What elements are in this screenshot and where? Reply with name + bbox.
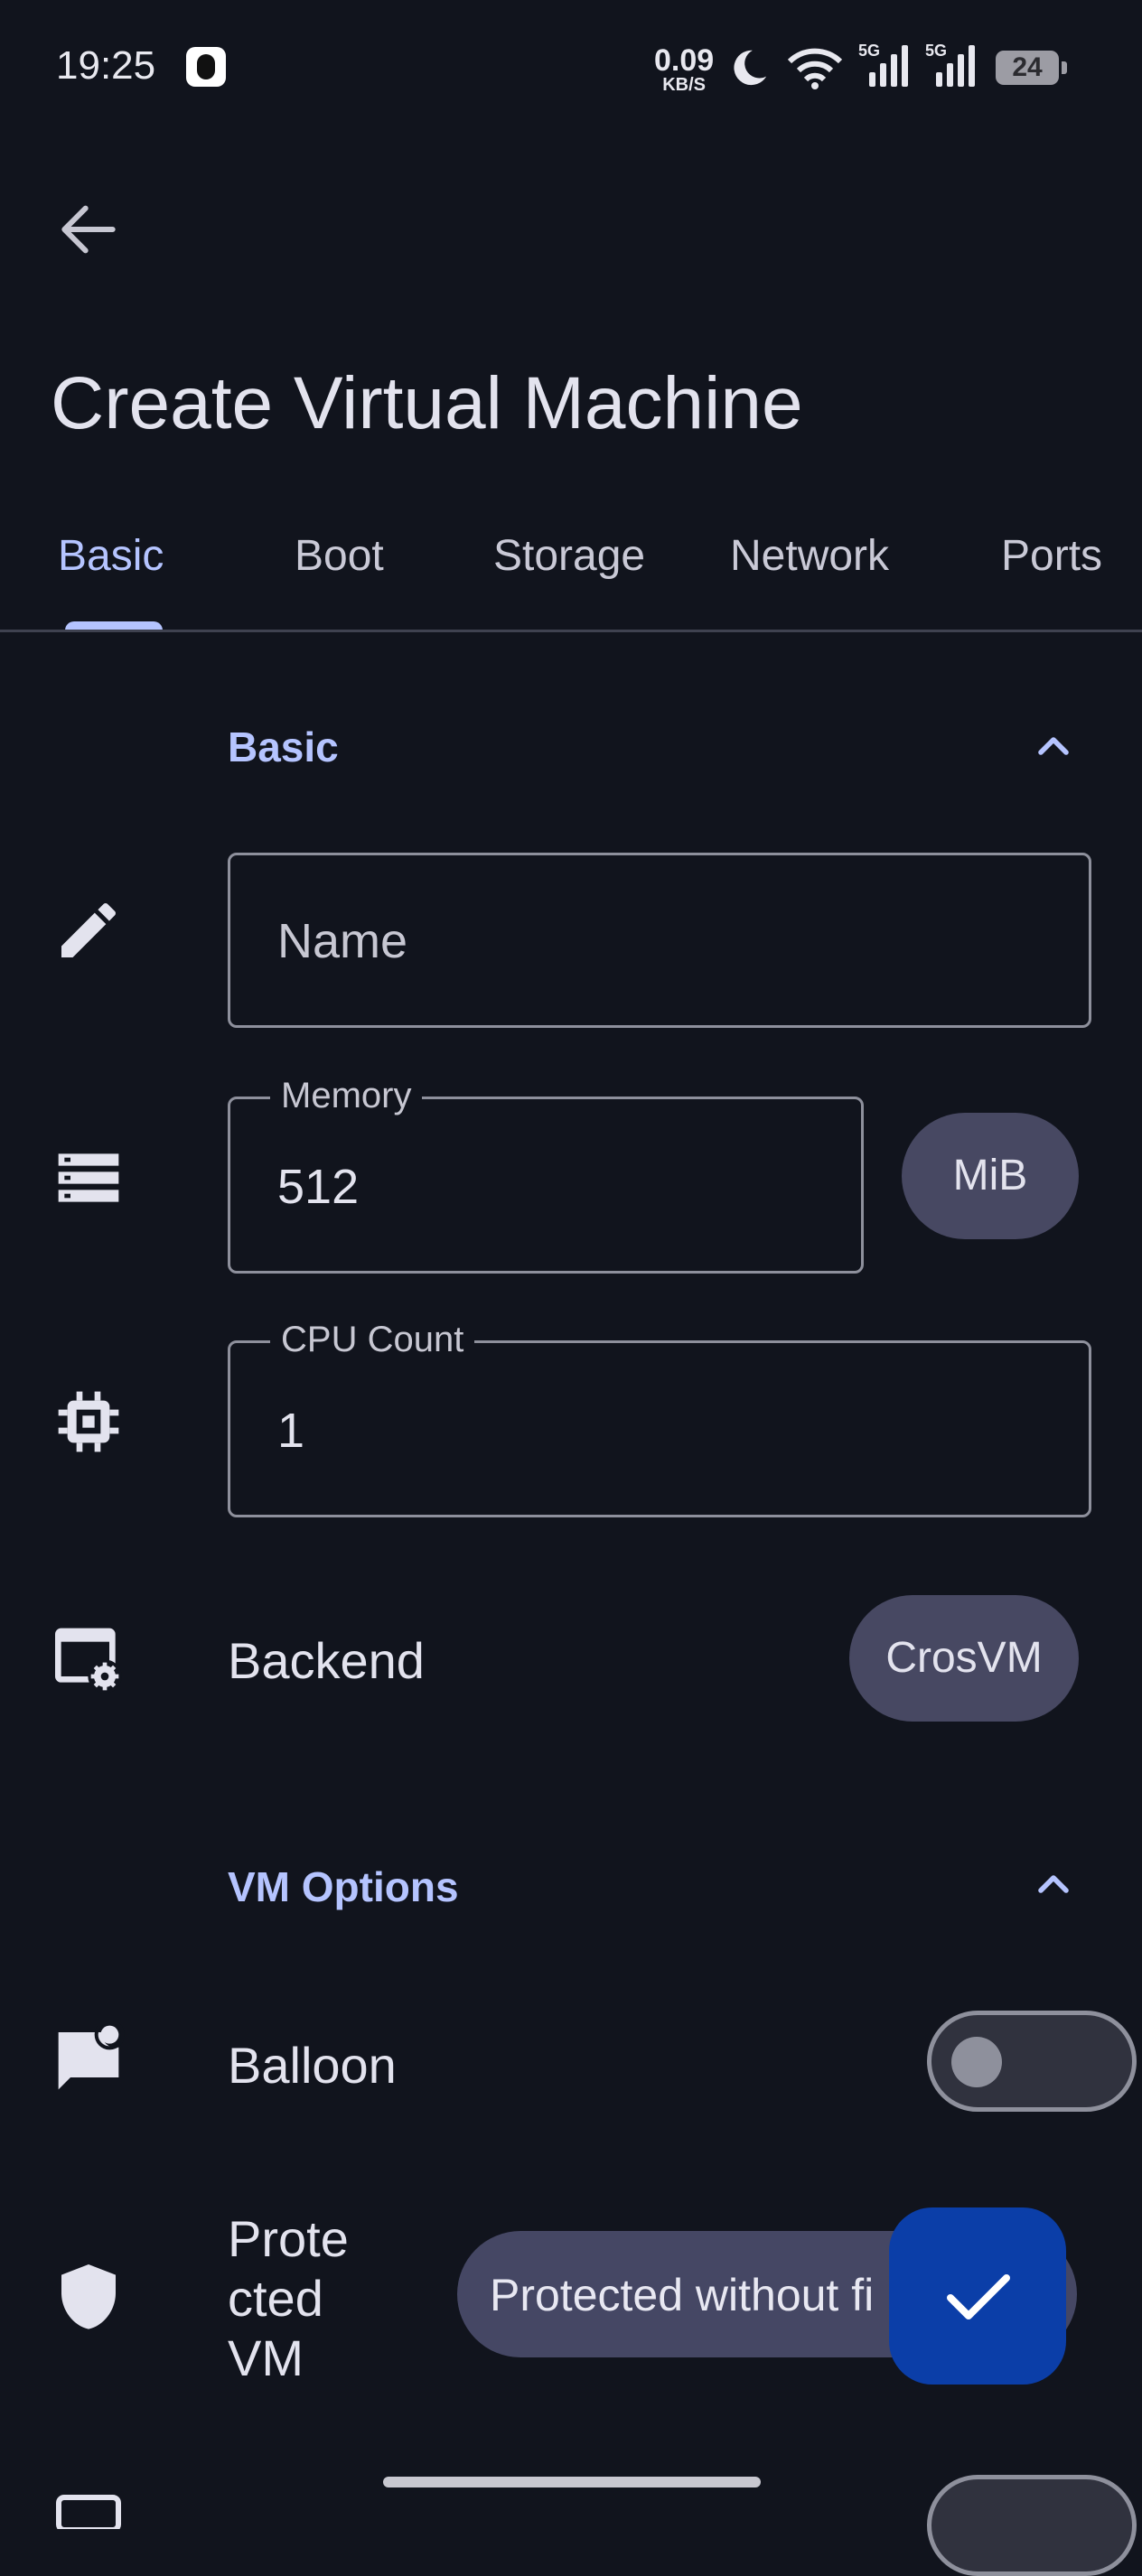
backend-label: Backend (228, 1632, 425, 1689)
chat-bubble-icon (58, 2023, 125, 2090)
name-field[interactable]: Name (228, 853, 1091, 1028)
signal-label: 5G (925, 42, 948, 60)
battery-icon: 24 (996, 51, 1067, 85)
chevron-up-icon[interactable] (1028, 721, 1079, 771)
signal-icon: 5G (925, 42, 976, 87)
tab-divider (0, 630, 1142, 632)
battery-level: 24 (1012, 52, 1043, 82)
memory-field-label: Memory (270, 1076, 423, 1116)
tab-ports[interactable]: Ports (1001, 531, 1102, 581)
next-row-toggle[interactable] (927, 2475, 1137, 2576)
cpu-count-field-label: CPU Count (270, 1320, 475, 1360)
tab-boot[interactable]: Boot (295, 531, 384, 581)
balloon-label: Balloon (228, 2037, 397, 2094)
check-icon (947, 2274, 1010, 2319)
network-speed-unit: KB/S (662, 75, 706, 95)
back-button[interactable] (52, 193, 125, 266)
section-title-vm-options: VM Options (228, 1863, 459, 1910)
arrow-left-icon (61, 205, 116, 254)
protected-vm-label-line: Prote (228, 2210, 349, 2267)
protected-vm-label-line: cted (228, 2270, 323, 2327)
status-time: 19:25 (56, 43, 156, 88)
page-title: Create Virtual Machine (51, 362, 803, 444)
network-speed: 0.09 KB/S (654, 45, 714, 94)
snackbar-text: Protected without fi (490, 2270, 875, 2320)
section-title-basic: Basic (228, 723, 339, 770)
cpu-count-field-value: 1 (277, 1404, 305, 1458)
tab-storage[interactable]: Storage (493, 531, 645, 581)
shield-icon (61, 2264, 116, 2329)
backend-select-button[interactable]: CrosVM (849, 1595, 1079, 1722)
protected-vm-label-line: VM (228, 2329, 304, 2386)
name-field-placeholder: Name (277, 914, 408, 968)
storage-list-icon (58, 1153, 119, 1202)
toggle-knob (951, 2037, 1002, 2087)
signal-icon: 5G (858, 42, 909, 87)
home-indicator[interactable] (383, 2477, 761, 2487)
network-speed-value: 0.09 (654, 43, 715, 78)
tab-basic[interactable]: Basic (58, 531, 164, 581)
moon-icon (734, 50, 767, 86)
balloon-toggle[interactable] (927, 2011, 1137, 2112)
confirm-fab[interactable] (889, 2207, 1066, 2385)
chevron-up-icon[interactable] (1028, 1859, 1079, 1909)
tab-network[interactable]: Network (730, 531, 889, 581)
memory-field-value: 512 (277, 1160, 360, 1214)
pencil-icon (61, 902, 116, 957)
app-settings-icon (55, 1628, 122, 1694)
device-icon (56, 2495, 121, 2529)
cpu-icon (58, 1391, 119, 1452)
qq-icon (186, 47, 226, 87)
signal-label: 5G (858, 42, 881, 60)
protected-vm-label: Prote cted VM (228, 2209, 349, 2388)
cpu-count-field[interactable]: CPU Count 1 (228, 1320, 1091, 1517)
memory-unit-button[interactable]: MiB (902, 1113, 1079, 1239)
memory-field[interactable]: Memory 512 (228, 1076, 864, 1274)
wifi-icon (787, 48, 843, 89)
